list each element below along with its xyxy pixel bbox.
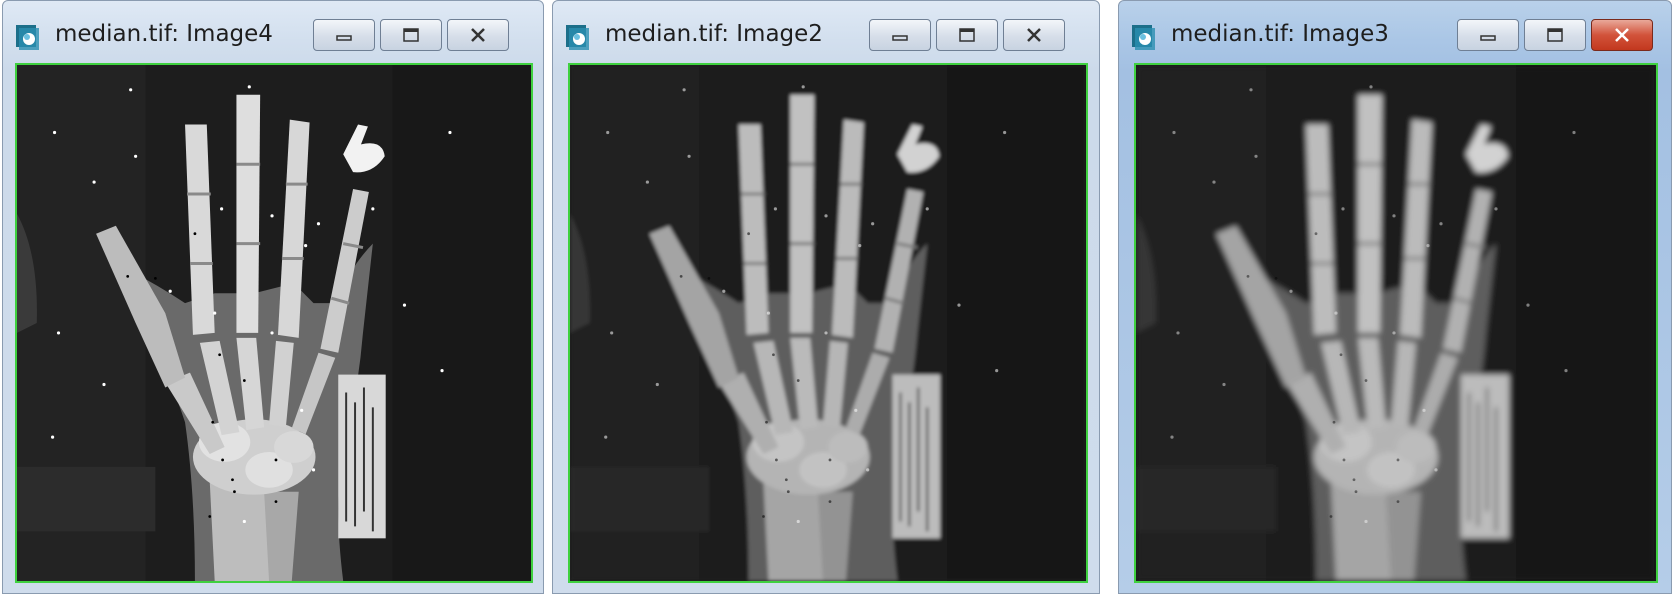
maximize-icon	[1547, 28, 1563, 42]
close-icon	[471, 28, 485, 42]
window-title: median.tif: Image2	[605, 21, 823, 47]
minimize-button[interactable]	[869, 19, 931, 51]
maximize-button[interactable]	[1524, 19, 1586, 51]
minimize-icon	[336, 35, 352, 41]
window-controls	[313, 19, 509, 51]
maximize-icon	[959, 28, 975, 42]
minimize-button[interactable]	[313, 19, 375, 51]
window-title: median.tif: Image3	[1171, 21, 1389, 47]
close-button[interactable]	[1591, 19, 1653, 51]
window-controls	[869, 19, 1065, 51]
title-bar[interactable]: median.tif: Image3	[1119, 1, 1671, 63]
xray-image	[17, 65, 531, 581]
imagej-app-icon	[1132, 25, 1155, 50]
image-window-3: median.tif: Image3	[1118, 0, 1672, 594]
minimize-button[interactable]	[1457, 19, 1519, 51]
maximize-button[interactable]	[936, 19, 998, 51]
close-icon	[1027, 28, 1041, 42]
window-title: median.tif: Image4	[55, 21, 273, 47]
image-window-2: median.tif: Image2	[552, 0, 1100, 594]
maximize-button[interactable]	[380, 19, 442, 51]
minimize-icon	[892, 35, 908, 41]
close-icon	[1615, 28, 1629, 42]
window-controls	[1457, 19, 1653, 51]
imagej-app-icon	[566, 25, 589, 50]
xray-image	[570, 65, 1086, 581]
image-canvas[interactable]	[1134, 63, 1658, 583]
maximize-icon	[403, 28, 419, 42]
title-bar[interactable]: median.tif: Image4	[3, 1, 543, 63]
title-bar[interactable]: median.tif: Image2	[553, 1, 1099, 63]
imagej-app-icon	[16, 25, 39, 50]
image-canvas[interactable]	[568, 63, 1088, 583]
image-window-1: median.tif: Image4	[2, 0, 544, 594]
close-button[interactable]	[447, 19, 509, 51]
image-canvas[interactable]	[15, 63, 533, 583]
xray-image	[1136, 65, 1656, 581]
close-button[interactable]	[1003, 19, 1065, 51]
minimize-icon	[1480, 35, 1496, 41]
